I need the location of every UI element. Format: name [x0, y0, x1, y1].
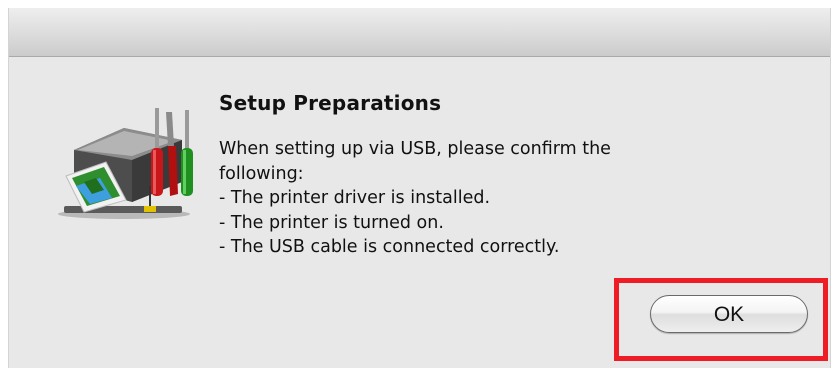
- message-line: - The printer is turned on.: [219, 212, 444, 233]
- message-line: When setting up via USB, please confirm …: [219, 139, 611, 159]
- message-line: - The USB cable is connected correctly.: [219, 237, 560, 257]
- setup-dialog: Setup Preparations When setting up via U…: [8, 8, 831, 368]
- dialog-titlebar[interactable]: [9, 8, 830, 57]
- dialog-message: When setting up via USB, please confirm …: [219, 137, 739, 260]
- printer-tools-icon: [54, 90, 204, 225]
- message-line: following:: [219, 163, 304, 184]
- message-line: - The printer driver is installed.: [219, 188, 491, 208]
- dialog-title: Setup Preparations: [219, 91, 442, 115]
- ok-button[interactable]: OK: [650, 295, 808, 333]
